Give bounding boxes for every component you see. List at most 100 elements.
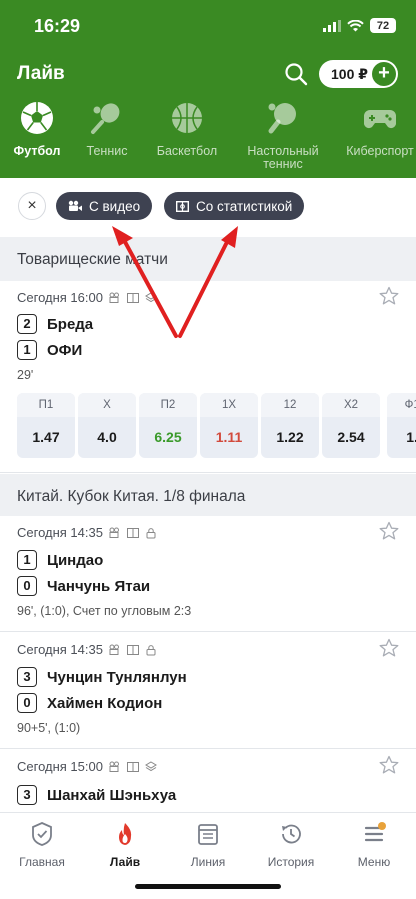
menu-icon (364, 822, 386, 842)
tab-football-label: Футбол (13, 144, 61, 158)
match-time: Сегодня 16:00 (17, 290, 157, 305)
section-header-china-cup[interactable]: Китай. Кубок Китая. 1/8 финала (0, 474, 416, 518)
tab-table-tennis[interactable]: Настольный теннис (240, 100, 326, 171)
nav-menu-label: Меню (357, 855, 391, 869)
tab-table-tennis-label: Настольный теннис (247, 144, 319, 171)
signal-icon (323, 19, 341, 32)
match-time: Сегодня 15:00 (17, 759, 157, 774)
nav-history[interactable]: История (251, 821, 331, 869)
flame-icon (119, 823, 132, 845)
status-time: 16:29 (34, 16, 81, 36)
balance-amount: 100 ₽ (331, 65, 368, 82)
clear-filters-button[interactable]: × (18, 192, 46, 220)
nav-home[interactable]: Главная (2, 821, 82, 869)
team-name: ОФИ (47, 341, 83, 359)
gamepad-icon (364, 110, 396, 129)
odd-label: Ф1(- (387, 393, 416, 417)
team-score: 0 (17, 576, 37, 596)
section-header-friendly[interactable]: Товарищеские матчи (0, 237, 416, 281)
nav-line[interactable]: Линия (168, 821, 248, 869)
odd-cell[interactable]: 1X 1.11 (200, 393, 258, 458)
home-indicator[interactable] (135, 884, 281, 889)
odd-value: 2.54 (337, 429, 365, 445)
odd-value: 1.47 (32, 429, 60, 445)
nav-live[interactable]: Лайв (85, 821, 165, 869)
team-name: Хаймен Кодион (47, 694, 163, 712)
filter-bar: × С видео Со статистикой (0, 178, 416, 236)
video-camera-icon (68, 200, 82, 211)
nav-home-label: Главная (19, 855, 65, 869)
tab-basketball-label: Баскетбол (156, 144, 218, 158)
match-card[interactable]: Сегодня 14:35 3 Чунцин Тунлянлун 0 Хайме… (0, 633, 416, 749)
match-minute: 29' (17, 368, 34, 382)
nav-live-label: Лайв (109, 855, 141, 869)
history-icon (282, 824, 301, 844)
match-time-text: Сегодня 15:00 (17, 759, 103, 774)
odd-cell[interactable]: Ф1(- 1.4 (387, 393, 416, 458)
nav-history-label: История (267, 855, 315, 869)
odd-value: 4.0 (97, 429, 117, 445)
layers-icon (144, 760, 157, 771)
lock-icon (146, 644, 156, 655)
stats-field-icon (126, 527, 139, 538)
odd-value: 6.25 (154, 429, 182, 445)
match-time-text: Сегодня 14:35 (17, 642, 103, 657)
favorite-star-icon[interactable] (379, 286, 399, 306)
team-score: 2 (17, 314, 37, 334)
video-camera-icon (109, 527, 119, 538)
stats-field-icon (176, 200, 189, 212)
odd-cell[interactable]: П1 1.47 (17, 393, 75, 458)
sports-tabs: Футбол Теннис Баскетбол Настольный тенни… (0, 100, 416, 178)
filter-stats-chip[interactable]: Со статистикой (164, 192, 305, 220)
header: 16:29 72 Лайв 100 ₽ + Футбол Теннис Баск… (0, 0, 416, 178)
stats-field-icon (126, 761, 139, 772)
balance-button[interactable]: 100 ₽ + (319, 60, 398, 88)
odd-label: П1 (17, 393, 75, 417)
odd-label: X (78, 393, 136, 417)
favorite-star-icon[interactable] (379, 521, 399, 541)
team-name: Чунцин Тунлянлун (47, 668, 187, 686)
tab-football[interactable]: Футбол (8, 100, 66, 158)
filter-video-chip[interactable]: С видео (56, 192, 153, 220)
team-row: 1 ОФИ (17, 340, 82, 360)
lock-icon (146, 527, 156, 538)
nav-menu[interactable]: Меню (334, 821, 414, 869)
odd-cell[interactable]: X 4.0 (78, 393, 136, 458)
home-badge-icon (32, 822, 52, 846)
tab-tennis[interactable]: Теннис (78, 100, 136, 158)
status-bar: 16:29 72 (0, 0, 416, 54)
odd-label: П2 (139, 393, 197, 417)
filter-stats-label: Со статистикой (196, 198, 293, 214)
deposit-plus-icon[interactable]: + (372, 62, 396, 86)
team-score: 3 (17, 667, 37, 687)
page-title: Лайв (17, 63, 65, 84)
wifi-icon (347, 19, 364, 31)
team-name: Бреда (47, 315, 94, 333)
tab-esports[interactable]: Киберспорт (340, 100, 416, 158)
stats-field-icon (126, 644, 139, 655)
search-icon (285, 63, 308, 86)
search-button[interactable] (283, 61, 309, 87)
odd-label: 12 (261, 393, 319, 417)
team-name: Чанчунь Ятаи (47, 577, 151, 595)
team-name: Циндао (47, 551, 104, 569)
match-info: 96', (1:0), Счет по угловым 2:3 (17, 604, 192, 618)
match-card[interactable]: Сегодня 15:00 3 Шанхай Шэньхуа (0, 750, 416, 812)
team-score: 1 (17, 550, 37, 570)
team-row: 3 Шанхай Шэньхуа (17, 785, 176, 805)
match-card[interactable]: Сегодня 14:35 1 Циндао 0 Чанчунь Ятаи 96… (0, 516, 416, 632)
odd-cell[interactable]: 12 1.22 (261, 393, 319, 458)
tab-basketball[interactable]: Баскетбол (151, 100, 223, 158)
odd-cell[interactable]: П2 6.25 (139, 393, 197, 458)
favorite-star-icon[interactable] (379, 638, 399, 658)
team-row: 0 Хаймен Кодион (17, 693, 162, 713)
favorite-star-icon[interactable] (379, 755, 399, 775)
odd-value: 1.22 (276, 429, 304, 445)
team-score: 1 (17, 340, 37, 360)
odd-cell[interactable]: X2 2.54 (322, 393, 380, 458)
team-score: 0 (17, 693, 37, 713)
video-camera-icon (109, 761, 119, 772)
odd-label: X2 (322, 393, 380, 417)
video-camera-icon (109, 292, 119, 303)
layers-icon (144, 291, 157, 302)
